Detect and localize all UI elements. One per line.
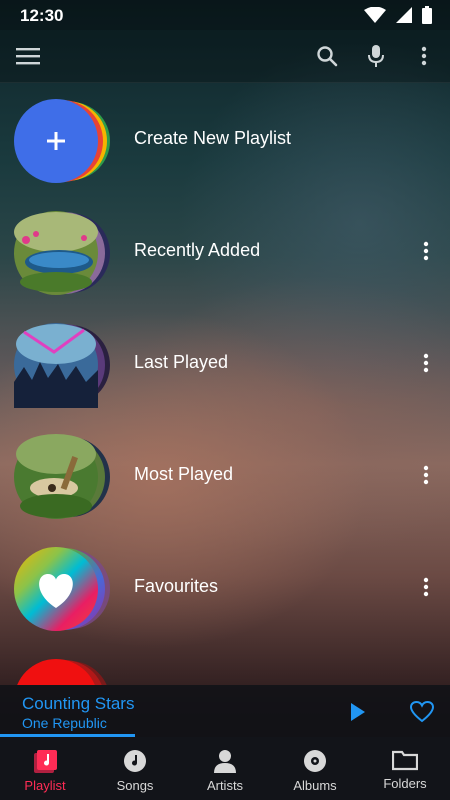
search-icon[interactable] [313,42,341,70]
playlist-artwork [14,322,114,408]
more-vertical-icon[interactable] [416,572,436,602]
nav-tab-folders[interactable]: Folders [360,737,450,800]
playlist-row-last-played[interactable]: Last Played [0,308,450,420]
now-playing-title: Counting Stars [22,694,135,713]
status-bar: 12:30 [0,0,450,30]
song-disc-icon [124,750,146,772]
playlist-icon [34,750,57,773]
hamburger-menu-icon[interactable] [14,42,42,70]
nav-tab-albums[interactable]: Albums [270,737,360,800]
playlist-label: Last Played [134,352,229,372]
more-vertical-icon[interactable] [416,348,436,378]
playlist-label: Favourites [134,576,219,596]
status-time: 12:30 [20,6,64,25]
nav-label: Songs [116,778,154,793]
playlist-artwork [14,210,114,296]
playlist-artwork [14,658,114,685]
playlist-row-partial[interactable] [0,644,450,685]
playlist-artwork [14,546,114,632]
artist-icon [214,750,236,773]
nav-tab-songs[interactable]: Songs [90,737,180,800]
nav-tab-playlist[interactable]: Playlist [0,737,90,800]
playlist-row-recently-added[interactable]: Recently Added [0,196,450,308]
more-vertical-icon[interactable] [416,460,436,490]
playlist-label: Create New Playlist [134,128,292,148]
cell-signal-icon [396,7,412,23]
album-icon [304,750,326,772]
create-playlist-row[interactable]: Create New Playlist [0,84,450,196]
now-playing-bar[interactable]: Counting Stars One Republic [0,685,450,737]
now-playing-artist: One Republic [22,715,107,731]
nav-tab-artists[interactable]: Artists [180,737,270,800]
nav-label: Albums [293,778,337,793]
playlist-artwork [14,434,114,520]
nav-label: Artists [206,778,244,793]
more-vertical-icon[interactable] [416,236,436,266]
folder-icon [392,750,418,771]
playlist-row-favourites[interactable]: Favourites [0,532,450,644]
wifi-icon [364,7,386,23]
bottom-navigation: Playlist Songs Artists Albums Folders [0,737,450,800]
nav-label: Playlist [24,778,66,793]
battery-icon [422,6,432,24]
nav-label: Folders [383,776,427,791]
create-playlist-icon [14,98,114,184]
more-vertical-icon[interactable] [410,42,438,70]
playlist-label: Most Played [134,464,234,484]
top-app-bar [0,30,450,83]
playlist-label: Recently Added [134,240,261,260]
heart-outline-icon[interactable] [409,699,435,725]
playlist-row-most-played[interactable]: Most Played [0,420,450,532]
play-icon[interactable] [345,699,371,725]
status-icons [364,6,432,24]
microphone-icon[interactable] [362,42,390,70]
